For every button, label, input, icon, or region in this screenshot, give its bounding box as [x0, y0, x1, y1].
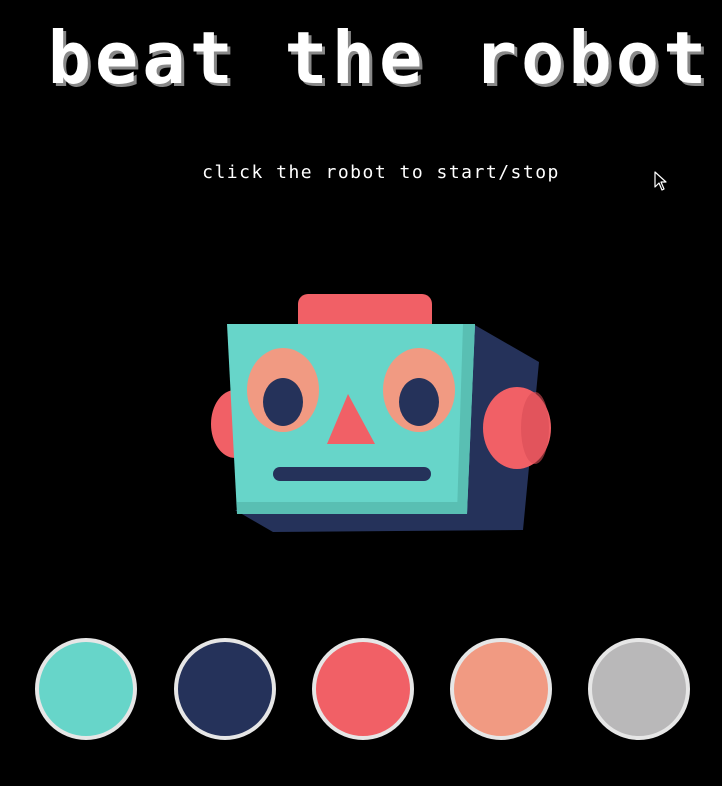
robot-head-icon — [211, 294, 551, 532]
robot-face-bottom-shadow — [237, 502, 467, 514]
robot-left-eye-pupil — [263, 378, 303, 426]
instruction-text: click the robot to start/stop — [202, 162, 560, 183]
robot-right-eye-pupil — [399, 378, 439, 426]
mouse-cursor-icon — [654, 171, 667, 191]
color-swatch-coral[interactable] — [312, 638, 414, 740]
robot-button[interactable] — [205, 288, 557, 540]
color-swatch-navy[interactable] — [174, 638, 276, 740]
color-swatch-teal[interactable] — [35, 638, 137, 740]
robot-right-ear-shadow — [521, 392, 549, 464]
color-swatch-salmon[interactable] — [450, 638, 552, 740]
color-swatches — [0, 638, 722, 740]
robot-mouth — [273, 467, 431, 481]
color-swatch-gray[interactable] — [588, 638, 690, 740]
page-title: beat the robot — [47, 16, 711, 100]
